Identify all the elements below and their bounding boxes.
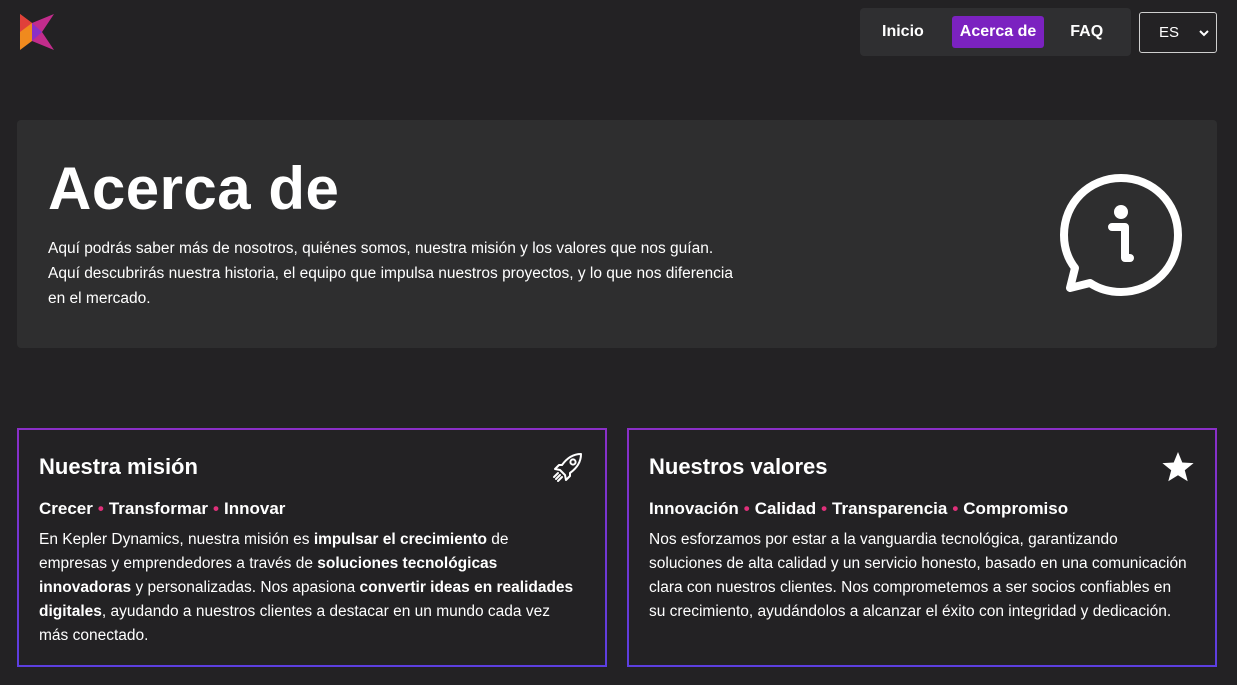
separator-dot: • [97,499,104,518]
values-tag: Compromiso [963,499,1069,518]
chevron-down-icon [1199,30,1209,37]
nav-faq[interactable]: FAQ [1062,16,1111,48]
separator-dot: • [213,499,219,518]
page-title: Acerca de [48,155,340,222]
mission-tag: Crecer [39,499,93,518]
mission-highlight: impulsar el crecimiento [313,531,487,548]
top-navigation-bar: Inicio Acerca de FAQ ES [0,0,1237,64]
language-select[interactable]: ES [1139,12,1217,53]
mission-tag: Transformar [108,499,209,518]
mission-title: Nuestra misión [39,454,198,479]
mission-tags: Crecer • Transformar • Innovar [39,499,285,519]
language-value: ES [1159,24,1180,41]
values-tag: Calidad [754,499,817,518]
separator-dot: • [952,499,959,518]
values-tag: Innovación [649,499,739,518]
mission-text-part: , ayudando a nuestros clientes a destaca… [39,603,550,644]
mission-tag: Innovar [223,499,286,518]
info-chat-icon [1060,174,1182,296]
mission-text-part: En Kepler Dynamics, nuestra misión es [39,531,314,548]
kepler-logo-icon[interactable] [20,14,54,50]
mission-text-part: y personalizadas. Nos apasiona [131,579,360,596]
hero-description: Aquí podrás saber más de nosotros, quién… [48,240,733,307]
about-hero-panel: Acerca de Aquí podrás saber más de nosot… [17,120,1217,348]
mission-text: En Kepler Dynamics, nuestra misión es im… [39,528,579,648]
values-title: Nuestros valores [649,454,828,479]
nav-acerca-de[interactable]: Acerca de [951,16,1045,48]
values-text: Nos esforzamos por estar a la vanguardia… [649,531,1187,620]
star-icon [1162,452,1194,482]
separator-dot: • [743,499,750,518]
nav-inicio[interactable]: Inicio [874,16,932,48]
rocket-icon [553,453,582,482]
values-card: Nuestros valores Innovación • Calidad • Tran… [627,428,1217,667]
values-tags: Innovación • Calidad • Transparencia • Comprom… [649,499,1068,519]
main-menu: Inicio Acerca de FAQ [860,8,1131,56]
mission-card: Nuestra misión Crecer • Transformar • Innova… [17,428,607,667]
values-tag: Transparencia [832,499,948,518]
separator-dot: • [821,499,828,518]
